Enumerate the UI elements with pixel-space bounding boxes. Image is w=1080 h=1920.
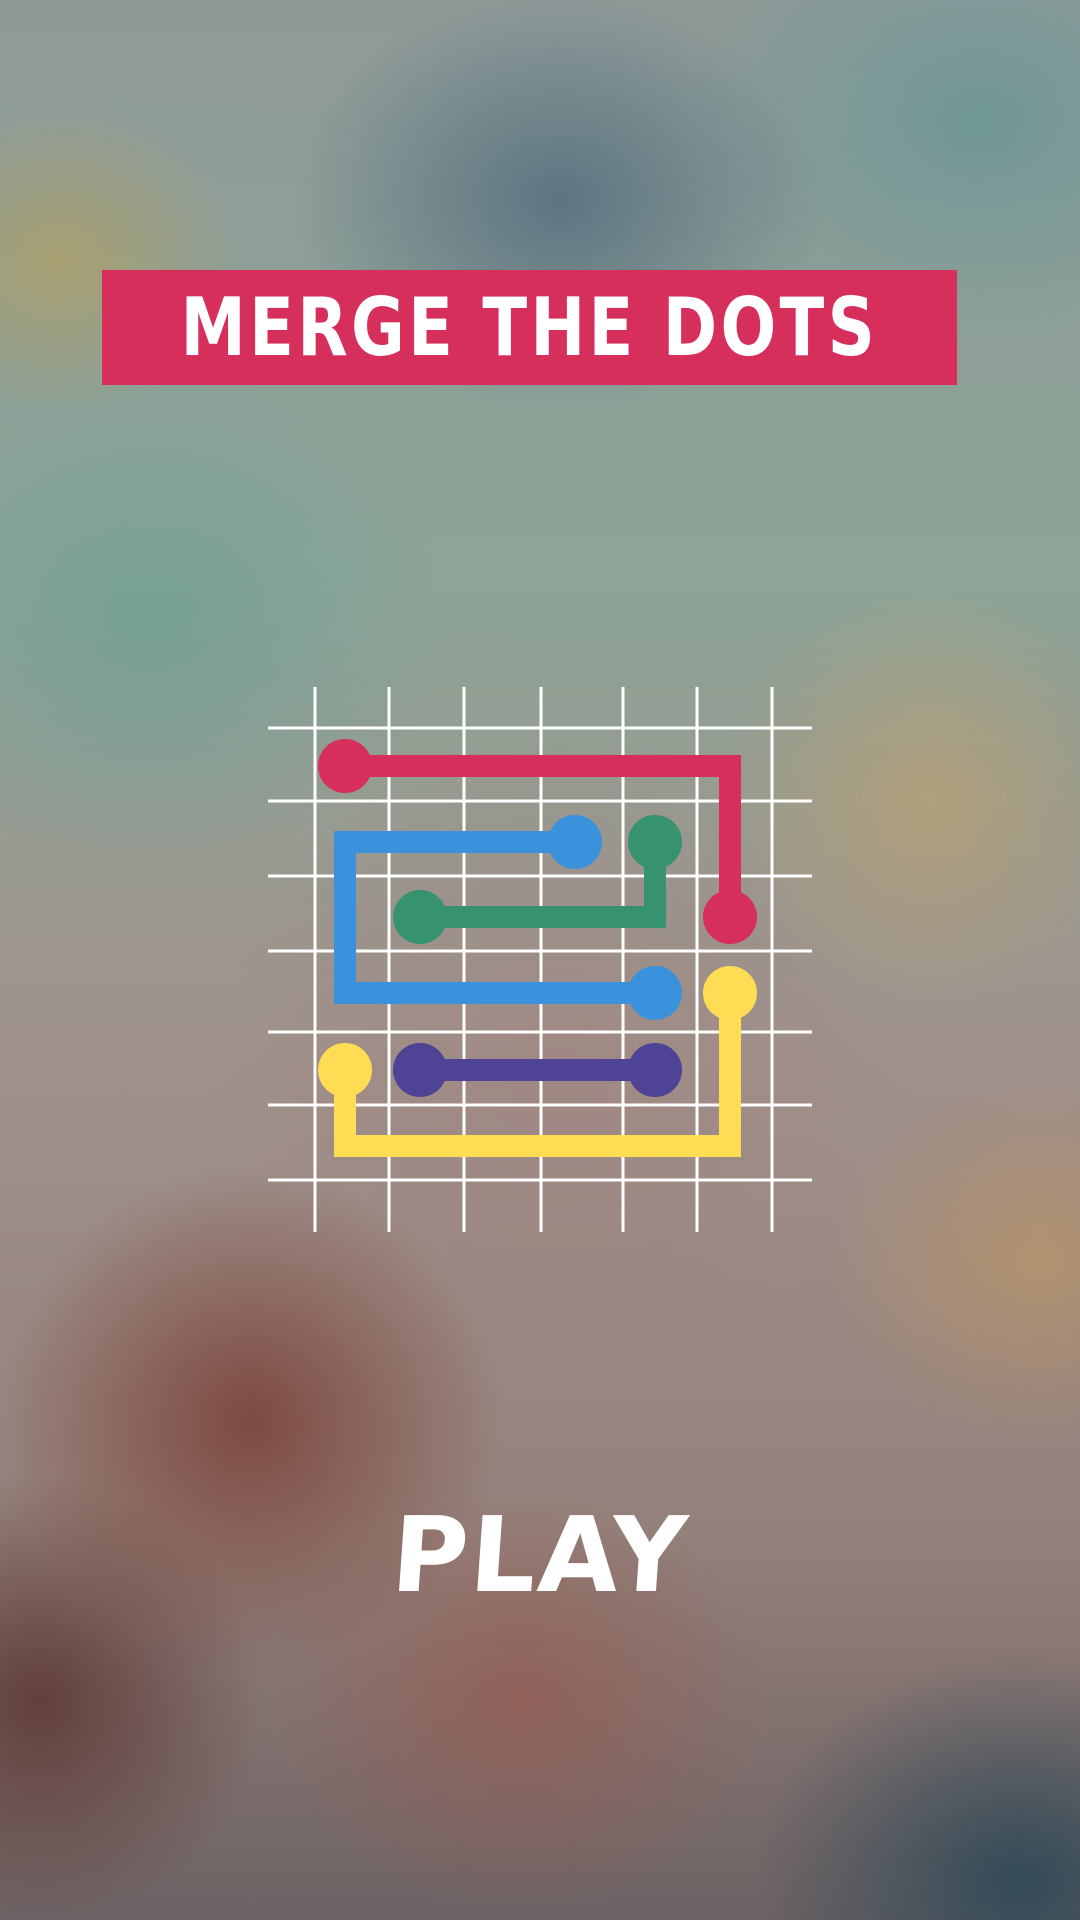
blue-dot (548, 815, 602, 869)
green-dot (628, 815, 682, 869)
play-button[interactable]: PLAY (388, 1494, 693, 1616)
purple-dot (393, 1043, 447, 1097)
purple-dot (628, 1043, 682, 1097)
yellow-dot (703, 966, 757, 1020)
green-path (409, 831, 666, 928)
green-dot (393, 890, 447, 944)
blue-dot (628, 966, 682, 1020)
red-dot (318, 739, 372, 793)
yellow-dot (318, 1043, 372, 1097)
play-label: PLAY (387, 1494, 693, 1616)
red-dot (703, 890, 757, 944)
board-preview (268, 687, 812, 1232)
